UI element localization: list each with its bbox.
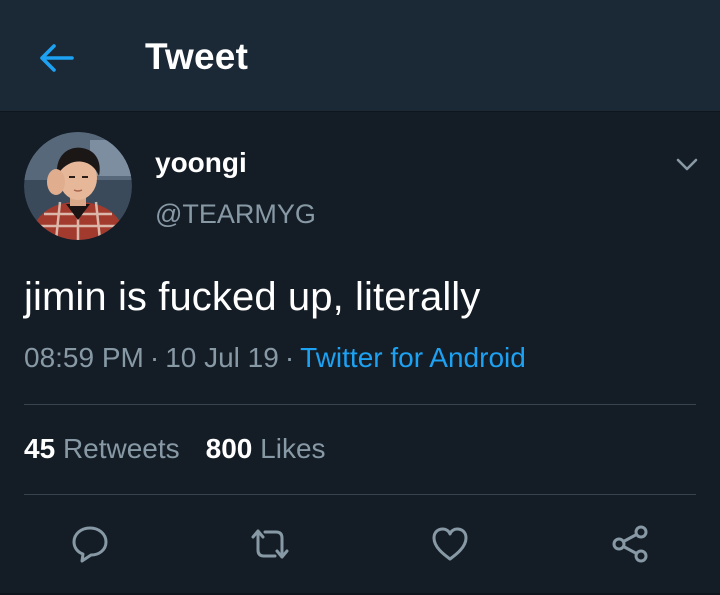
share-icon [612,525,648,563]
tweet-date: 10 Jul 19 [165,342,279,373]
reply-icon [72,526,108,563]
tweet-text: jimin is fucked up, literally [24,275,481,319]
reply-button[interactable] [68,522,112,566]
avatar[interactable] [24,132,132,240]
likes-label: Likes [260,433,326,464]
likes-count: 800 [205,433,253,464]
retweets-count: 45 [24,433,56,464]
chevron-down-icon [676,158,698,171]
author-display-name[interactable]: yoongi [155,147,247,179]
likes-stat[interactable]: 800 Likes [206,433,326,464]
divider [24,494,696,495]
page-title: Tweet [145,36,249,77]
arrow-left-icon [40,44,74,72]
like-button[interactable] [428,522,472,566]
tweet-time: 08:59 PM [24,342,144,373]
retweets-stat[interactable]: 45 Retweets [24,433,180,464]
tweet-source-link[interactable]: Twitter for Android [300,342,526,373]
meta-separator: · [149,342,160,373]
top-app-bar: Tweet [0,0,720,112]
retweet-icon [251,529,289,559]
profile-photo [24,132,132,240]
retweets-label: Retweets [62,433,180,464]
retweet-button[interactable] [248,522,292,566]
tweet-menu-button[interactable] [672,150,702,180]
author-handle[interactable]: @TEARMYG [155,199,316,230]
divider [24,404,696,405]
meta-separator: · [284,342,295,373]
tweet-stats: 45 Retweets 800 Likes [24,433,326,465]
heart-icon [432,527,468,561]
share-button[interactable] [608,522,652,566]
tweet-meta: 08:59 PM · 10 Jul 19 · Twitter for Android [24,342,526,374]
back-button[interactable] [34,38,78,78]
